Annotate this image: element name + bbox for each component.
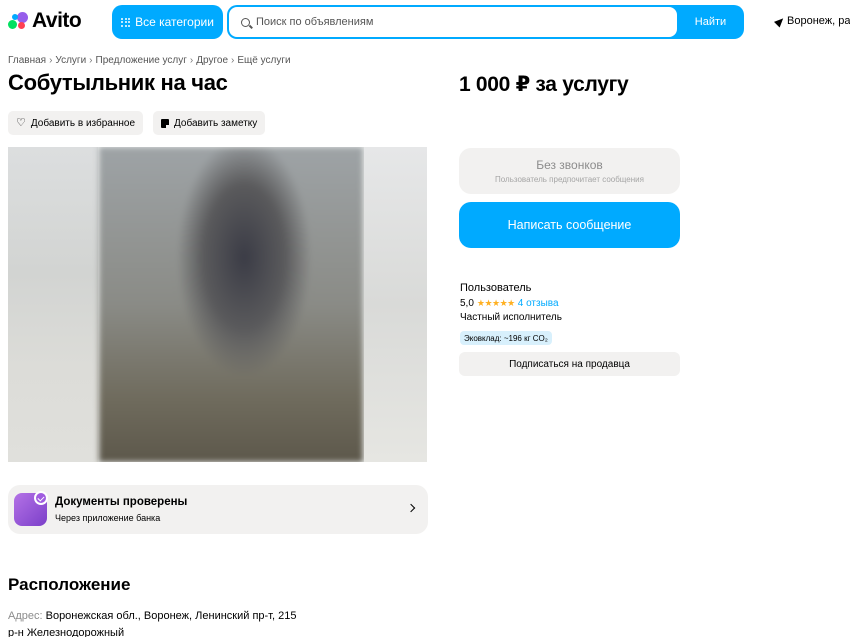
address-text: Воронежская обл., Воронеж, Ленинский пр-… xyxy=(45,610,297,622)
breadcrumb-item-more[interactable]: Ещё услуги xyxy=(237,55,290,66)
logo-text: Avito xyxy=(32,9,82,32)
add-to-favorites-button[interactable]: ♡ Добавить в избранное xyxy=(8,111,144,135)
seller-rating: 5,0 ★★★★★ 4 отзыва xyxy=(460,298,562,309)
all-categories-button[interactable]: Все категории xyxy=(112,5,223,39)
location-selector[interactable]: Воронеж, ра xyxy=(773,14,850,28)
avito-logo[interactable]: Avito xyxy=(8,8,82,34)
search-placeholder: Поиск по объявлениям xyxy=(256,16,374,28)
documents-subtitle: Через приложение банка xyxy=(55,513,161,523)
write-message-button[interactable]: Написать сообщение xyxy=(459,202,680,248)
documents-icon xyxy=(14,491,48,526)
location-section-title: Расположение xyxy=(8,575,131,594)
add-note-button[interactable]: Добавить заметку xyxy=(153,111,266,135)
rating-value: 5,0 xyxy=(460,298,474,309)
breadcrumb-separator: › xyxy=(189,55,194,66)
seller-type: Частный исполнитель xyxy=(460,312,562,323)
listing-price: 1 000 ₽ за услугу xyxy=(459,73,629,96)
check-badge-icon xyxy=(34,491,48,505)
add-to-favorites-label: Добавить в избранное xyxy=(30,117,136,129)
reviews-link[interactable]: 4 отзыва xyxy=(518,298,559,309)
rating-stars-icon: ★★★★★ xyxy=(476,298,515,308)
chevron-right-icon xyxy=(406,503,416,513)
no-calls-title: Без звонков xyxy=(536,158,603,172)
listing-photo[interactable] xyxy=(99,147,363,462)
gallery-prev-area[interactable] xyxy=(8,147,98,462)
breadcrumb-item-other[interactable]: Другое xyxy=(196,55,228,66)
photo-gallery[interactable] xyxy=(8,147,427,462)
seller-card: Пользователь 5,0 ★★★★★ 4 отзыва Частный … xyxy=(460,282,562,323)
breadcrumb-separator: › xyxy=(49,55,53,66)
no-calls-button: Без звонков Пользователь предпочитает со… xyxy=(459,148,680,194)
search-bar: Поиск по объявлениям Найти xyxy=(227,5,744,39)
documents-title: Документы проверены xyxy=(55,496,188,508)
address-label: Адрес: xyxy=(8,610,43,622)
breadcrumb-item-home[interactable]: Главная xyxy=(8,55,46,66)
logo-dots-icon xyxy=(8,11,30,31)
grid-icon xyxy=(121,17,131,27)
listing-title: Собутыльник на час xyxy=(8,70,228,95)
breadcrumb-item-services[interactable]: Услуги xyxy=(55,55,86,66)
location-arrow-icon xyxy=(773,14,787,28)
breadcrumb-item-offer[interactable]: Предложение услуг xyxy=(96,55,187,66)
note-icon xyxy=(161,118,169,128)
eco-badge[interactable]: Эковклад: ~196 кг CO₂ xyxy=(460,331,552,345)
gallery-next-area[interactable] xyxy=(364,147,427,462)
breadcrumb-separator: › xyxy=(231,55,235,66)
breadcrumb-separator: › xyxy=(89,55,93,66)
subscribe-seller-button[interactable]: Подписаться на продавца xyxy=(459,352,680,376)
search-input[interactable]: Поиск по объявлениям xyxy=(229,7,677,37)
search-icon xyxy=(241,17,250,27)
location-label: Воронеж, ра xyxy=(787,15,850,27)
search-button[interactable]: Найти xyxy=(677,5,744,39)
address-block: Адрес: Воронежская обл., Воронеж, Ленинс… xyxy=(8,608,368,637)
no-calls-subtitle: Пользователь предпочитает сообщения xyxy=(495,175,644,184)
all-categories-label: Все категории xyxy=(135,15,214,29)
add-note-label: Добавить заметку xyxy=(174,117,258,129)
documents-verified-card[interactable]: Документы проверены Через приложение бан… xyxy=(8,485,428,534)
top-header: Avito Все категории Поиск по объявлениям… xyxy=(0,0,850,48)
seller-name[interactable]: Пользователь xyxy=(460,282,562,294)
heart-icon: ♡ xyxy=(16,116,26,129)
district-text: р-н Железнодорожный xyxy=(8,627,125,637)
breadcrumb: Главная › Услуги › Предложение услуг › Д… xyxy=(8,55,291,66)
